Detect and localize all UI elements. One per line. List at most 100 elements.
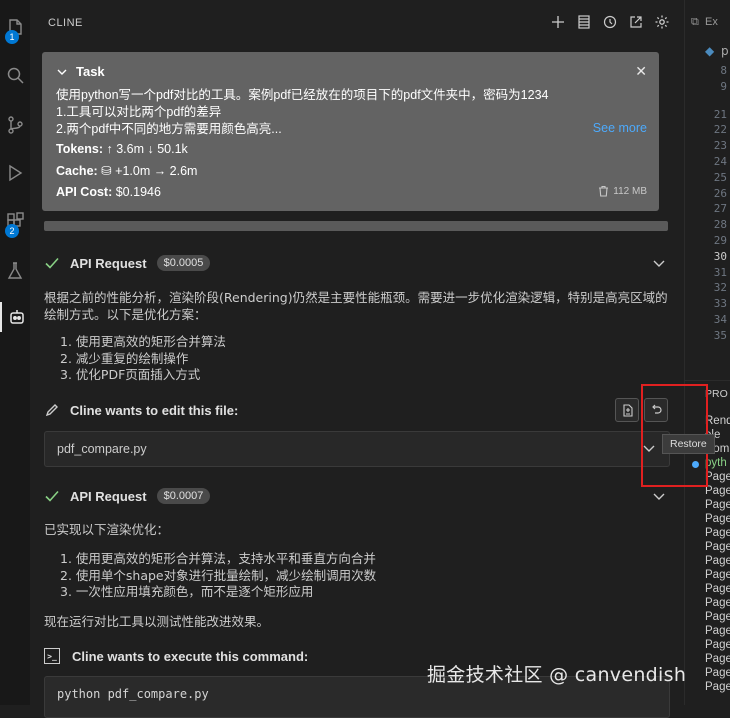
output-line: Page: [705, 597, 730, 609]
api-cost-label: API Cost:: [56, 185, 113, 199]
api-cost-row: API Cost: $0.1946: [56, 185, 161, 199]
tokens-value: ↑ 3.6m ↓ 50.1k: [106, 142, 188, 156]
api-request-row[interactable]: API Request $0.0005: [44, 253, 211, 273]
list-item: 3. 一次性应用填充颜色，而不是逐个矩形应用: [60, 584, 314, 599]
line-number: 9: [720, 79, 727, 93]
line-number: 31: [713, 265, 727, 279]
extensions-badge: 2: [5, 224, 19, 238]
search-icon[interactable]: [0, 60, 30, 90]
api-request-row[interactable]: API Request $0.0007: [44, 486, 211, 506]
api-request-cost: $0.0005: [156, 255, 211, 271]
line-number: 32: [713, 281, 727, 295]
line-number: 33: [713, 297, 727, 311]
output-line: Page: [705, 513, 730, 525]
editor-tab[interactable]: ⧉ Ex: [685, 9, 730, 37]
output-line: Page: [705, 499, 730, 511]
chevron-down-icon[interactable]: [652, 489, 666, 503]
run-debug-icon[interactable]: [0, 158, 30, 188]
popout-icon[interactable]: [628, 13, 644, 31]
line-number: 21: [713, 107, 727, 121]
line-numbers: 8 9 21 22 23 24 25 26 27 28 29 30 31 32 33 34 35: [685, 63, 727, 344]
output-line: Page: [705, 569, 730, 581]
line-number: 30: [713, 249, 727, 263]
list-item: 1. 使用更高效的矩形合并算法: [60, 334, 226, 349]
see-more-link[interactable]: See more: [593, 121, 647, 135]
settings-gear-icon[interactable]: [654, 13, 670, 31]
panel-header: CLINE: [30, 0, 684, 46]
new-task-icon[interactable]: [550, 13, 566, 31]
mcp-servers-icon[interactable]: [576, 13, 592, 31]
trash-icon: [599, 185, 609, 197]
edit-file-label: Cline wants to edit this file:: [70, 402, 239, 418]
line-number: 27: [713, 202, 727, 216]
list-item: 2. 减少重复的绘制操作: [60, 350, 189, 366]
cline-robot-icon[interactable]: [0, 302, 32, 332]
chevron-down-icon[interactable]: [652, 256, 666, 270]
output-line: Page: [705, 667, 730, 679]
python-file-icon: ◆: [705, 44, 715, 58]
tokens-row: Tokens: ↑ 3.6m ↓ 50.1k: [56, 142, 188, 156]
response-list: 1. 使用更高效的矩形合并算法 2. 减少重复的绘制操作 3. 优化PDF页面插…: [60, 334, 226, 384]
database-icon: ⛁: [101, 164, 112, 178]
problems-title: PRO: [705, 388, 728, 400]
output-list: RendeleComppythPagePagePagePagePagePageP…: [705, 414, 730, 694]
output-line: Page: [705, 471, 730, 483]
extensions-icon[interactable]: 2: [0, 206, 30, 238]
history-icon[interactable]: [602, 13, 618, 31]
line-number: 29: [713, 233, 727, 247]
task-description: 使用python写一个pdf对比的工具。案例pdf已经放在的项目下的pdf文件夹…: [56, 87, 586, 138]
response-list: 1. 使用更高效的矩形合并算法，支持水平和垂直方向合并 2. 使用单个shape…: [60, 551, 376, 601]
files-icon: ⧉: [691, 16, 699, 28]
list-item: 1. 使用更高效的矩形合并算法，支持水平和垂直方向合并: [60, 551, 376, 566]
execute-label: Cline wants to execute this command:: [72, 648, 309, 664]
cache-label: Cache:: [56, 164, 98, 178]
api-request-label: API Request: [70, 255, 147, 271]
restore-tooltip: Restore: [662, 434, 715, 454]
cache-value: +1.0m → 2.6m: [115, 164, 198, 178]
output-line: Page: [705, 555, 730, 567]
chevron-down-icon[interactable]: [56, 66, 68, 78]
partial-row: [44, 221, 668, 231]
line-number: 8: [720, 64, 727, 77]
tokens-label: Tokens:: [56, 142, 103, 156]
line-number: 35: [713, 328, 727, 342]
task-line: 使用python写一个pdf对比的工具。案例pdf已经放在的项目下的pdf文件夹…: [56, 88, 549, 102]
output-line: Page: [705, 639, 730, 651]
panel-title: CLINE: [48, 17, 83, 29]
list-item: 3. 优化PDF页面插入方式: [60, 367, 201, 382]
diff-button[interactable]: [615, 398, 639, 422]
command-text: python pdf_compare.py: [57, 687, 209, 701]
output-line: Rend: [705, 415, 730, 427]
output-line: Page: [705, 681, 730, 693]
close-icon[interactable]: ✕: [635, 63, 647, 80]
cache-row: Cache: ⛁ +1.0m → 2.6m: [56, 163, 197, 178]
output-line: Page: [705, 527, 730, 539]
source-control-icon[interactable]: [0, 110, 30, 140]
check-icon: [45, 257, 59, 269]
output-line: pyth: [705, 457, 727, 469]
response-intro: 已实现以下渲染优化：: [44, 522, 170, 537]
response-after: 现在运行对比工具以测试性能改进效果。: [44, 614, 270, 629]
file-box[interactable]: pdf_compare.py: [44, 431, 670, 467]
response-text: 根据之前的性能分析，渲染阶段(Rendering)仍然是主要性能瓶颈。需要进一步…: [44, 290, 668, 322]
explorer-icon[interactable]: 1: [0, 12, 30, 44]
watermark: 掘金技术社区 @ canvendish: [427, 664, 687, 686]
output-line: Page: [705, 653, 730, 665]
line-number: 22: [713, 123, 727, 137]
output-line: Page: [705, 485, 730, 497]
terminal-icon: >_: [44, 648, 60, 664]
pencil-icon: [45, 404, 58, 417]
line-number: 34: [713, 312, 727, 326]
testing-icon[interactable]: [0, 256, 30, 286]
breadcrumb-file: p: [721, 44, 729, 58]
api-request-label: API Request: [70, 488, 147, 504]
explorer-badge: 1: [5, 30, 19, 44]
file-name: pdf_compare.py: [57, 442, 147, 456]
cline-panel: CLINE Task ✕ 使用python写一个pdf对比的工具。案例pdf已经…: [30, 0, 684, 718]
delete-task[interactable]: 112 MB: [598, 185, 647, 197]
task-line: 1.工具可以对比两个pdf的差异: [56, 105, 222, 119]
list-item: 2. 使用单个shape对象进行批量绘制，减少绘制调用次数: [60, 567, 377, 583]
line-number: 28: [713, 218, 727, 232]
task-line: 2.两个pdf中不同的地方需要用颜色高亮...: [56, 122, 282, 136]
output-line: Page: [705, 541, 730, 553]
